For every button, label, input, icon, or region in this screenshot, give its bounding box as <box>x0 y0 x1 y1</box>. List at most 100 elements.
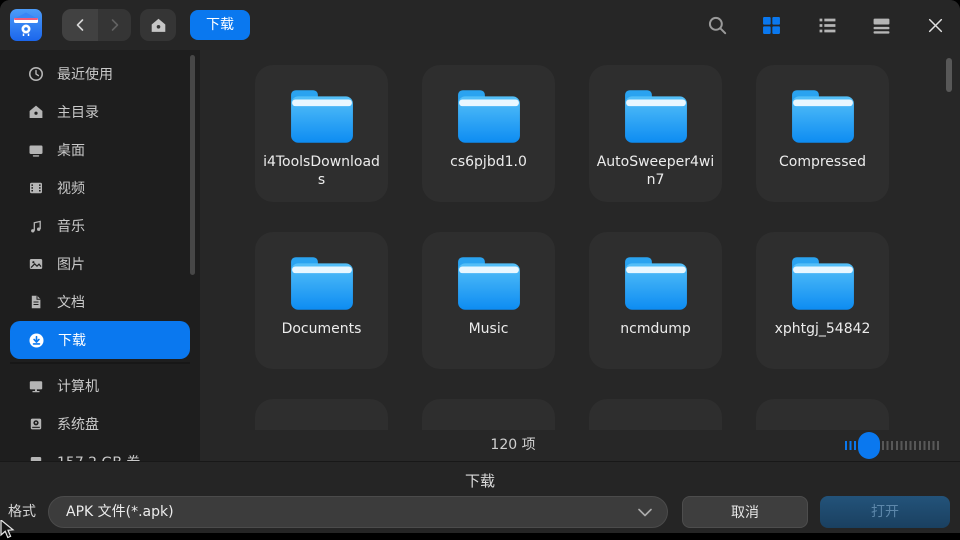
folder-tile[interactable]: cs6pjbd1.0 <box>422 65 555 202</box>
search-button[interactable] <box>705 14 729 36</box>
sidebar-item-label: 主目录 <box>57 102 99 122</box>
sidebar-item-music[interactable]: 音乐 <box>0 207 200 245</box>
home-icon <box>150 17 167 34</box>
close-window-button[interactable] <box>923 14 947 36</box>
detail-view-button[interactable] <box>869 14 893 36</box>
dialog-title: 下载 <box>0 462 960 491</box>
folder-icon <box>456 256 522 312</box>
folder-icon <box>623 89 689 145</box>
breadcrumb-downloads[interactable]: 下载 <box>190 10 250 40</box>
folder-name: i4ToolsDownloads <box>261 153 383 189</box>
music-note-icon <box>28 218 44 234</box>
sidebar-item-label: 音乐 <box>57 216 85 236</box>
folder-tile[interactable]: AutoSweeper4win7 <box>589 65 722 202</box>
folder-tile-partial[interactable] <box>422 399 555 430</box>
title-bar[interactable]: 下载 <box>0 0 960 50</box>
cancel-button[interactable]: 取消 <box>682 496 808 528</box>
sidebar-item-desktop[interactable]: 桌面 <box>0 131 200 169</box>
folder-icon <box>289 256 355 312</box>
folder-name: ncmdump <box>595 320 717 338</box>
computer-icon <box>28 378 44 394</box>
sidebar-separator <box>10 362 190 364</box>
sidebar-item-label: 系统盘 <box>57 414 99 434</box>
dialog-footer: 下载 格式 APK 文件(*.apk) 取消 打开 <box>0 461 960 533</box>
folder-tile[interactable]: i4ToolsDownloads <box>255 65 388 202</box>
sidebar-scrollbar[interactable] <box>190 55 195 275</box>
content-scrollbar[interactable] <box>946 58 952 92</box>
folder-tile[interactable]: Compressed <box>756 65 889 202</box>
folder-icon <box>790 256 856 312</box>
folder-tile[interactable]: ncmdump <box>589 232 722 369</box>
sidebar-item-label: 计算机 <box>57 376 99 396</box>
picture-icon <box>28 256 44 272</box>
folder-name: cs6pjbd1.0 <box>428 153 550 171</box>
sidebar-item-volume[interactable]: 157.2 GB 卷 <box>0 443 200 462</box>
folder-icon <box>623 256 689 312</box>
main-area: 最近使用 主目录 桌面 <box>0 50 960 462</box>
folder-tile-partial[interactable] <box>756 399 889 430</box>
download-icon <box>28 332 45 349</box>
slider-thumb[interactable] <box>858 432 880 459</box>
icon-size-slider[interactable] <box>845 430 945 460</box>
grid-view-button[interactable] <box>759 14 783 36</box>
sidebar: 最近使用 主目录 桌面 <box>0 50 200 462</box>
folder-tile-partial[interactable] <box>589 399 722 430</box>
folder-name: Music <box>428 320 550 338</box>
format-value: APK 文件(*.apk) <box>66 504 174 520</box>
chevron-left-icon <box>74 17 86 33</box>
grid-view-icon <box>762 16 781 35</box>
film-icon <box>28 180 44 196</box>
document-icon <box>28 294 44 310</box>
forward-button[interactable] <box>98 9 131 41</box>
home-icon <box>28 104 44 120</box>
sidebar-item-pictures[interactable]: 图片 <box>0 245 200 283</box>
list-view-icon <box>818 16 837 35</box>
mouse-cursor <box>0 520 16 540</box>
folder-grid: i4ToolsDownloads cs6pjbd1.0 AutoSweeper4… <box>255 65 905 430</box>
folder-tile[interactable]: Music <box>422 232 555 369</box>
open-button[interactable]: 打开 <box>820 496 950 528</box>
folder-name: xphtgj_54842 <box>762 320 884 338</box>
back-button[interactable] <box>62 9 98 41</box>
folder-name: AutoSweeper4win7 <box>595 153 717 189</box>
list-view-button[interactable] <box>815 14 839 36</box>
slider-ticks-inactive <box>882 441 940 450</box>
file-dialog-window: 下载 <box>0 0 960 533</box>
detail-view-icon <box>872 16 891 35</box>
hard-disk-icon <box>28 416 44 432</box>
item-count: 120 项 <box>200 434 826 454</box>
history-nav-group <box>62 9 131 41</box>
folder-name: Documents <box>261 320 383 338</box>
desktop-icon <box>28 142 44 158</box>
folder-tile[interactable]: xphtgj_54842 <box>756 232 889 369</box>
sidebar-item-computer[interactable]: 计算机 <box>0 367 200 405</box>
sidebar-item-documents[interactable]: 文档 <box>0 283 200 321</box>
chevron-down-icon <box>638 508 652 517</box>
sidebar-item-home[interactable]: 主目录 <box>0 93 200 131</box>
sidebar-item-downloads[interactable]: 下载 <box>10 321 190 359</box>
sidebar-item-label: 最近使用 <box>57 64 113 84</box>
format-select[interactable]: APK 文件(*.apk) <box>48 496 668 528</box>
file-grid-area: i4ToolsDownloads cs6pjbd1.0 AutoSweeper4… <box>200 50 960 462</box>
folder-icon <box>456 89 522 145</box>
folder-icon <box>790 89 856 145</box>
home-button[interactable] <box>140 9 176 41</box>
sidebar-item-system-disk[interactable]: 系统盘 <box>0 405 200 443</box>
sidebar-list: 最近使用 主目录 桌面 <box>0 50 200 462</box>
folder-name: Compressed <box>762 153 884 171</box>
sidebar-item-recent[interactable]: 最近使用 <box>0 55 200 93</box>
file-manager-app-icon <box>10 9 42 41</box>
sidebar-item-label: 桌面 <box>57 140 85 160</box>
folder-icon <box>289 89 355 145</box>
sidebar-item-label: 文档 <box>57 292 85 312</box>
search-icon <box>707 15 728 36</box>
folder-tile-partial[interactable] <box>255 399 388 430</box>
sidebar-item-videos[interactable]: 视频 <box>0 169 200 207</box>
folder-tile[interactable]: Documents <box>255 232 388 369</box>
sidebar-item-label: 图片 <box>57 254 85 274</box>
clock-icon <box>28 66 44 82</box>
sidebar-item-label: 视频 <box>57 178 85 198</box>
close-icon <box>927 17 944 34</box>
chevron-right-icon <box>109 17 121 33</box>
sidebar-item-label: 下载 <box>58 330 86 350</box>
